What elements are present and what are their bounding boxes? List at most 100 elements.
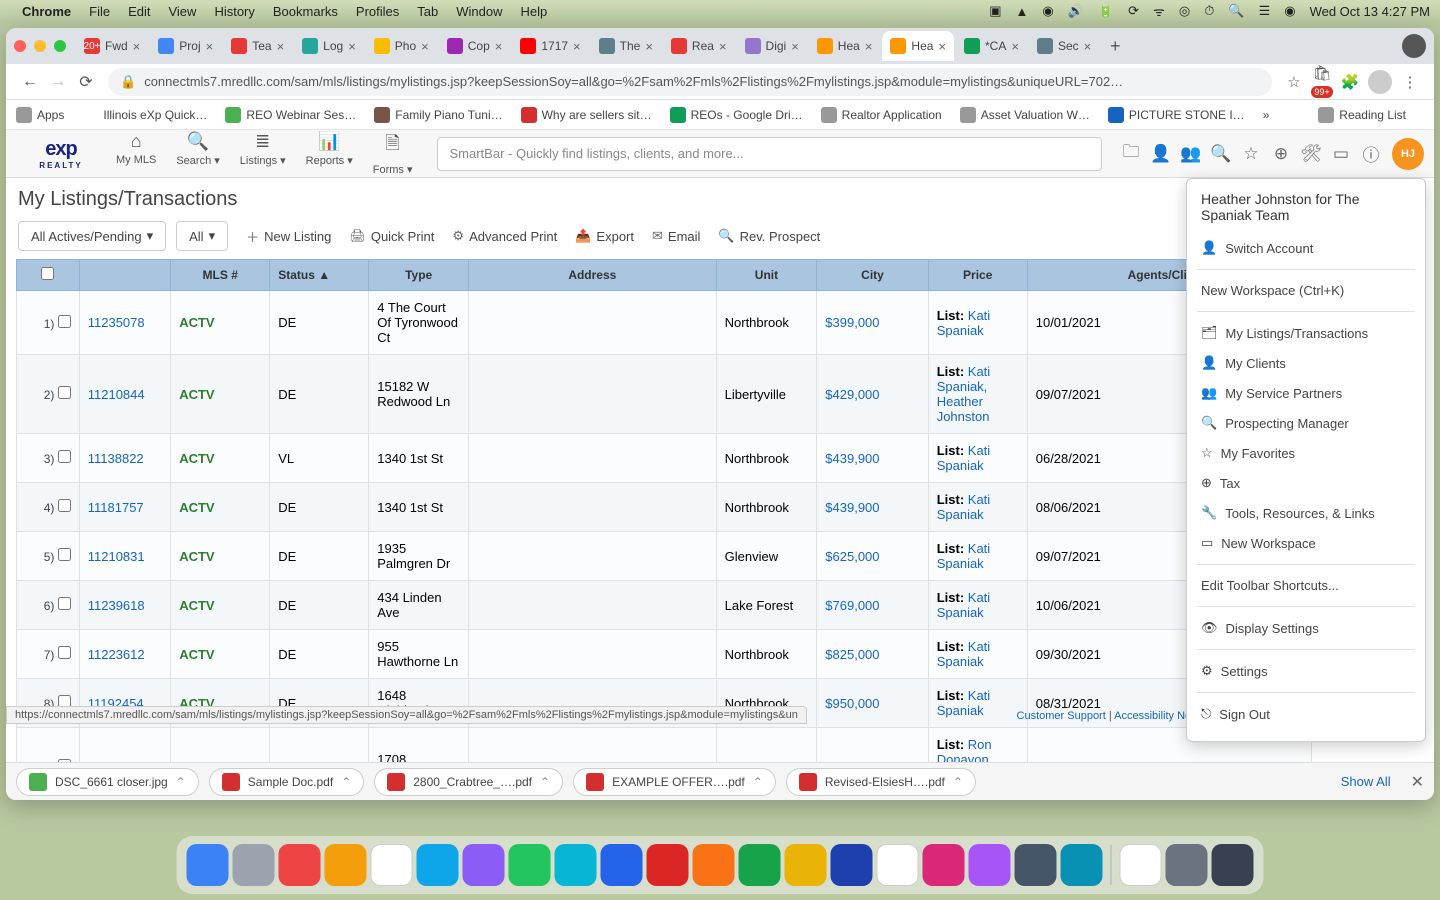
maximize-window-icon[interactable]	[54, 40, 66, 52]
browser-tab[interactable]: Tea×	[223, 31, 292, 61]
browser-tab[interactable]: 1717×	[512, 31, 588, 61]
close-tab-icon[interactable]: ×	[421, 39, 429, 54]
download-chip[interactable]: Sample Doc.pdf⌃	[209, 768, 364, 796]
people-icon[interactable]: 👥	[1176, 144, 1206, 164]
mls-number[interactable]: 11223612	[88, 647, 145, 662]
mls-number[interactable]: 11210844	[88, 387, 145, 402]
battery-icon[interactable]: 🔋	[1098, 3, 1114, 19]
dropdown-item[interactable]: 👥My Service Partners	[1187, 378, 1425, 408]
row-checkbox[interactable]	[58, 386, 71, 399]
dock-icon[interactable]	[923, 844, 965, 886]
address-field[interactable]: 🔒 connectmls7.mredllc.com/sam/mls/listin…	[108, 68, 1272, 96]
minimize-window-icon[interactable]	[34, 40, 46, 52]
browser-tab[interactable]: Hea×	[882, 31, 954, 61]
globe-icon[interactable]: ⊕	[1266, 144, 1296, 164]
col-address[interactable]: Address	[469, 260, 717, 291]
volume-icon[interactable]: 🔊	[1068, 3, 1084, 19]
status-icon[interactable]: ◎	[1179, 3, 1190, 19]
dock-icon[interactable]	[371, 844, 413, 886]
row-checkbox[interactable]	[58, 548, 71, 561]
download-chip[interactable]: EXAMPLE OFFER….pdf⌃	[573, 768, 776, 796]
dock-icon[interactable]	[325, 844, 367, 886]
col-status[interactable]: Status ▲	[270, 260, 369, 291]
toolbar-action[interactable]: 🖨Quick Print	[349, 227, 434, 246]
close-tab-icon[interactable]: ×	[495, 39, 503, 54]
mls-number[interactable]: 11235078	[88, 315, 145, 330]
close-tab-icon[interactable]: ×	[938, 39, 946, 54]
close-window-icon[interactable]	[14, 40, 26, 52]
col-price[interactable]: Price	[928, 260, 1027, 291]
dock-icon[interactable]	[463, 844, 505, 886]
display-settings-item[interactable]: 👁Display Settings	[1187, 613, 1425, 643]
menu-tab[interactable]: Tab	[417, 4, 438, 19]
mls-number[interactable]: 11241074	[88, 760, 145, 763]
dock-icon[interactable]	[785, 844, 827, 886]
dock-icon[interactable]	[417, 844, 459, 886]
chevron-up-icon[interactable]: ⌃	[953, 775, 963, 789]
edit-toolbar-shortcuts[interactable]: Edit Toolbar Shortcuts...	[1187, 571, 1425, 600]
select-all-checkbox[interactable]	[41, 267, 54, 280]
row-checkbox[interactable]	[58, 597, 71, 610]
row-checkbox[interactable]	[58, 646, 71, 659]
bookmark-item[interactable]: REO Webinar Ses…	[225, 107, 356, 123]
col-type[interactable]: Type	[369, 260, 469, 291]
bookmark-item[interactable]: Illinois eXp Quick…	[82, 107, 207, 123]
person-icon[interactable]: 👤	[1146, 144, 1176, 164]
close-tab-icon[interactable]: ×	[133, 39, 141, 54]
status-icon[interactable]: ⟳	[1128, 3, 1139, 19]
dock-icon[interactable]	[739, 844, 781, 886]
search-icon[interactable]: 🔍	[1228, 3, 1244, 19]
dock-icon[interactable]	[555, 844, 597, 886]
close-tab-icon[interactable]: ×	[1084, 39, 1092, 54]
bookmark-item[interactable]: Why are sellers sit…	[521, 107, 652, 123]
close-tab-icon[interactable]: ×	[348, 39, 356, 54]
toolbar-action[interactable]: 🔍Rev. Prospect	[718, 227, 820, 246]
app-nav-item[interactable]: 🗎Forms ▾	[373, 131, 413, 176]
browser-tab[interactable]: Pho×	[366, 31, 437, 61]
mls-number[interactable]: 11181757	[88, 500, 144, 515]
bookmark-item[interactable]: REOs - Google Dri…	[670, 107, 803, 123]
browser-tab[interactable]: Log×	[294, 31, 364, 61]
footer-link[interactable]: Customer Support	[1017, 710, 1106, 722]
row-checkbox[interactable]	[58, 499, 71, 512]
close-tab-icon[interactable]: ×	[277, 39, 285, 54]
col-checkbox[interactable]	[17, 260, 80, 291]
menu-profiles[interactable]: Profiles	[356, 4, 399, 19]
app-nav-item[interactable]: ⌂My MLS	[116, 131, 156, 176]
menu-file[interactable]: File	[89, 4, 110, 19]
menu-bookmarks[interactable]: Bookmarks	[273, 4, 338, 19]
bookmark-item[interactable]: Family Piano Tuni…	[374, 107, 502, 123]
browser-tab[interactable]: Digi×	[737, 31, 807, 61]
dock-icon[interactable]	[187, 844, 229, 886]
app-nav-item[interactable]: 🔍Search ▾	[176, 131, 219, 176]
toolbar-action[interactable]: ⚙Advanced Print	[452, 227, 557, 246]
mls-number[interactable]: 11210831	[88, 549, 145, 564]
dock-icon[interactable]	[601, 844, 643, 886]
close-tab-icon[interactable]: ×	[791, 39, 799, 54]
dock-icon[interactable]	[969, 844, 1011, 886]
chrome-profile-icon[interactable]	[1402, 34, 1426, 58]
col-city[interactable]: City	[817, 260, 928, 291]
filter-status-dropdown[interactable]: All Actives/Pending▾	[18, 221, 166, 251]
status-icon[interactable]: ▲	[1016, 4, 1029, 19]
dock-icon[interactable]	[1120, 844, 1162, 886]
col-unit[interactable]: Unit	[716, 260, 817, 291]
dock-icon[interactable]	[1015, 844, 1057, 886]
traffic-lights[interactable]	[14, 40, 66, 52]
dock-icon[interactable]	[509, 844, 551, 886]
menubar-clock[interactable]: Wed Oct 13 4:27 PM	[1310, 4, 1430, 19]
dropdown-item[interactable]: ☆My Favorites	[1187, 438, 1425, 468]
bookmark-item[interactable]: PICTURE STONE I…	[1108, 107, 1245, 123]
dock-icon[interactable]	[1212, 844, 1254, 886]
dock-icon[interactable]	[1166, 844, 1208, 886]
close-tab-icon[interactable]: ×	[865, 39, 873, 54]
chevron-up-icon[interactable]: ⌃	[540, 775, 550, 789]
search-icon[interactable]: 🔍	[1206, 144, 1236, 164]
browser-tab[interactable]: Cop×	[439, 31, 511, 61]
close-downloads-bar[interactable]: ✕	[1411, 772, 1424, 792]
extension-icon[interactable]: 🛍99+	[1308, 64, 1336, 99]
dropdown-item[interactable]: 🔧Tools, Resources, & Links	[1187, 498, 1425, 528]
chrome-menu-icon[interactable]: ⋮	[1396, 73, 1424, 91]
browser-tab[interactable]: The×	[591, 31, 661, 61]
menu-history[interactable]: History	[214, 4, 254, 19]
